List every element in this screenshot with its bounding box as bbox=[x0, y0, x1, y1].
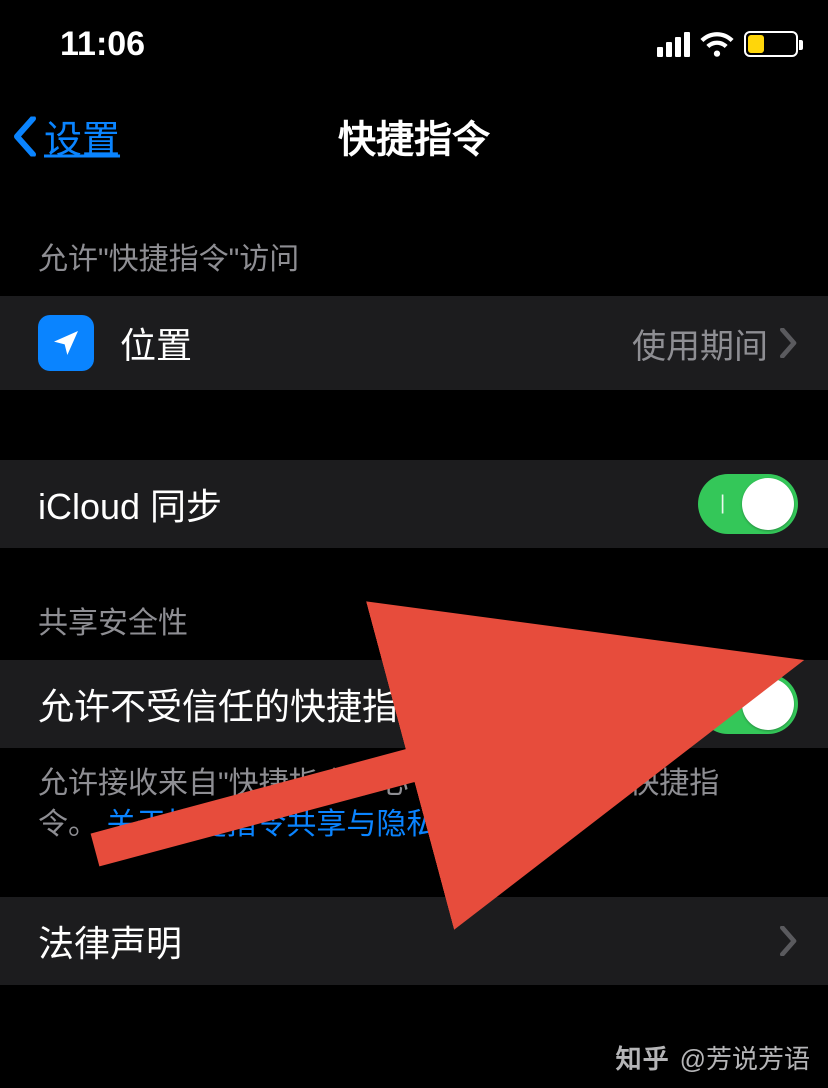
allow-untrusted-row: 允许不受信任的快捷指令 bbox=[0, 660, 828, 748]
page-title: 快捷指令 bbox=[0, 109, 828, 164]
icloud-sync-toggle[interactable] bbox=[698, 474, 798, 534]
status-indicators bbox=[657, 31, 798, 57]
zhihu-logo: 知乎 bbox=[616, 1039, 670, 1076]
wifi-icon bbox=[700, 31, 734, 57]
icloud-sync-label: iCloud 同步 bbox=[38, 478, 698, 530]
section-header-access: 允许"快捷指令"访问 bbox=[0, 184, 828, 296]
location-icon bbox=[38, 315, 94, 371]
legal-label: 法律声明 bbox=[38, 915, 780, 967]
icloud-sync-row: iCloud 同步 bbox=[0, 460, 828, 548]
legal-row[interactable]: 法律声明 bbox=[0, 897, 828, 985]
chevron-right-icon bbox=[780, 926, 798, 956]
navigation-bar: 设置 快捷指令 bbox=[0, 88, 828, 184]
status-bar: 11:06 bbox=[0, 0, 828, 88]
allow-untrusted-toggle[interactable] bbox=[698, 674, 798, 734]
location-row[interactable]: 位置 使用期间 bbox=[0, 296, 828, 390]
cellular-icon bbox=[657, 32, 690, 57]
status-time: 11:06 bbox=[60, 25, 145, 64]
untrusted-footer: 允许接收来自"快捷指令中心"之外的不受信任快捷指令。 关于快捷指令共享与隐私… bbox=[0, 748, 780, 869]
location-label: 位置 bbox=[120, 317, 632, 369]
section-header-security: 共享安全性 bbox=[0, 548, 828, 660]
battery-icon bbox=[744, 31, 798, 57]
watermark: 知乎 @芳说芳语 bbox=[616, 1039, 810, 1076]
watermark-handle: @芳说芳语 bbox=[680, 1039, 810, 1076]
location-value: 使用期间 bbox=[632, 319, 768, 368]
allow-untrusted-label: 允许不受信任的快捷指令 bbox=[38, 678, 698, 730]
sharing-privacy-link[interactable]: 关于快捷指令共享与隐私… bbox=[106, 808, 466, 841]
chevron-right-icon bbox=[780, 328, 798, 358]
